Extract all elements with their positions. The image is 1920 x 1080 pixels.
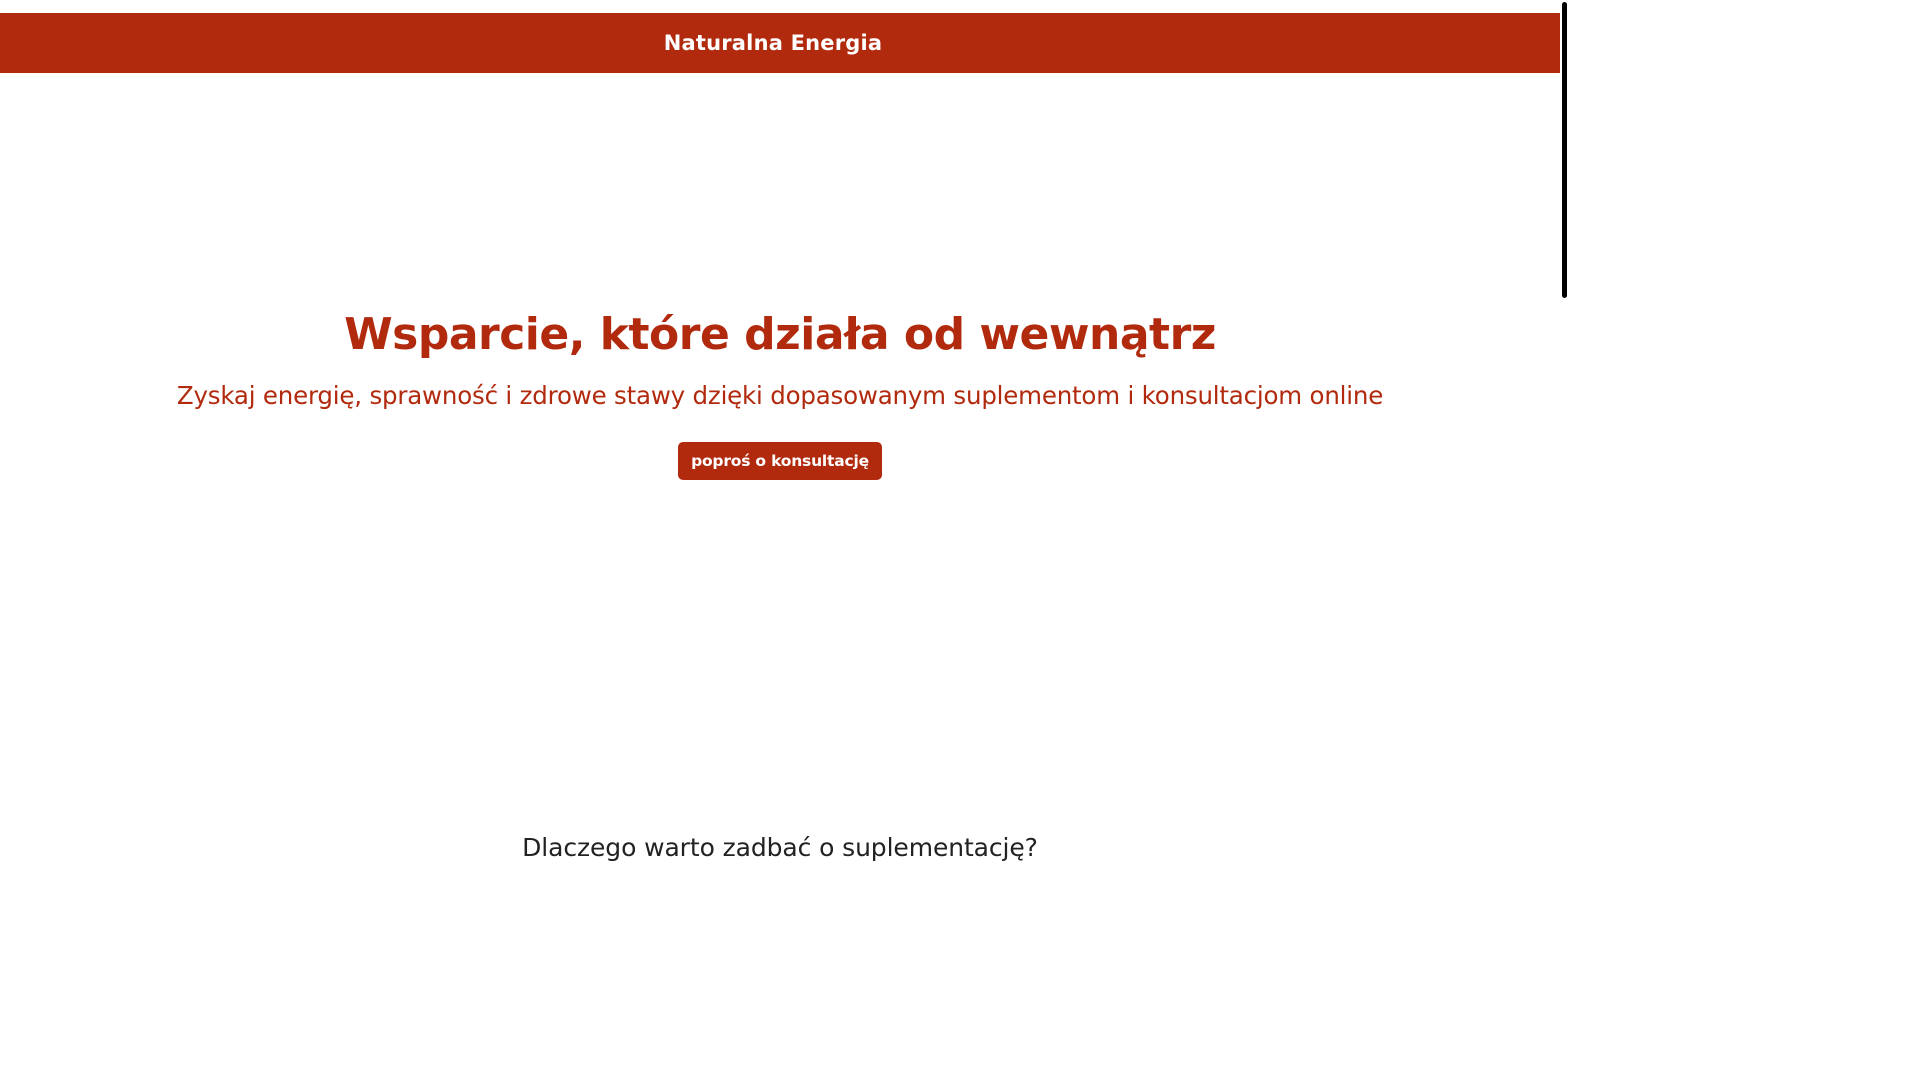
brand-logo-text[interactable]: Naturalna Energia	[664, 31, 883, 55]
why-supplementation-heading: Dlaczego warto zadbać o suplementację?	[522, 833, 1038, 862]
scrollbar-thumb[interactable]	[1562, 2, 1567, 298]
page-scrollbar[interactable]	[1560, 0, 1568, 882]
hero-title: Wsparcie, które działa od wewnątrz	[344, 309, 1216, 360]
site-header: Naturalna Energia	[0, 13, 1560, 73]
page: Naturalna Energia Wsparcie, które działa…	[0, 0, 1568, 882]
top-gap	[0, 0, 1568, 13]
hero-subtitle: Zyskaj energię, sprawność i zdrowe stawy…	[176, 381, 1384, 410]
request-consultation-button[interactable]: poproś o konsultację	[678, 442, 882, 480]
hero-section: Wsparcie, które działa od wewnątrz Zyska…	[0, 300, 1560, 480]
cta-wrapper: poproś o konsultację	[0, 442, 1560, 480]
